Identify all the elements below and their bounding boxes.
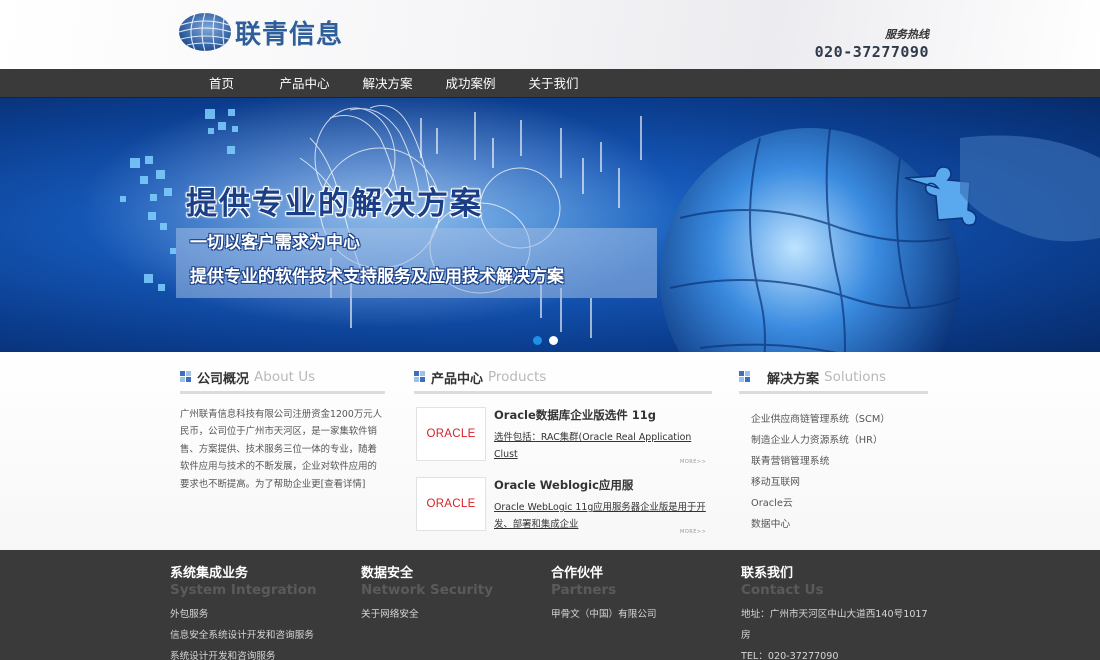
footer-col-contact: 联系我们 Contact Us 地址：广州市天河区中山大道西140号1017房 … <box>741 562 929 660</box>
footer-link[interactable]: 关于网络安全 <box>361 604 493 625</box>
footer-address: 地址：广州市天河区中山大道西140号1017房 <box>741 609 928 641</box>
banner-subline-1: 一切以客户需求为中心 <box>190 233 360 253</box>
solutions-list: 企业供应商链管理系统（SCM） 制造企业人力资源系统（HR） 联青营销管理系统 … <box>751 409 890 535</box>
solutions-title-cn: 解决方案 <box>767 371 820 387</box>
oracle-logo: ORACLE <box>426 498 476 510</box>
site-logo[interactable]: 联青信息 <box>177 10 343 54</box>
divider <box>414 391 712 394</box>
squares-icon <box>414 371 426 383</box>
banner-headline: 提供专业的解决方案 <box>186 186 483 222</box>
product-desc[interactable]: 选件包括：RAC集群(Oracle Real Application Clust <box>494 429 710 463</box>
carousel-dots <box>533 336 558 345</box>
site-header: 联青信息 服务热线 020-37277090 <box>0 0 1100 69</box>
solution-item[interactable]: 企业供应商链管理系统（SCM） <box>751 409 890 430</box>
divider <box>180 391 385 394</box>
footer-col-subtitle: System Integration <box>170 582 317 598</box>
solution-item[interactable]: 数据中心 <box>751 514 890 535</box>
hotline-number: 020-37277090 <box>814 43 929 61</box>
about-title-en: About Us <box>254 369 316 385</box>
footer-col-security: 数据安全 Network Security 关于网络安全 <box>361 562 493 625</box>
footer-col-title: 合作伙伴 <box>551 566 604 581</box>
footer-col-title: 系统集成业务 <box>170 566 249 581</box>
footer-col-subtitle: Contact Us <box>741 582 824 598</box>
carousel-dot-1[interactable] <box>533 336 542 345</box>
hero-banner[interactable]: 提供专业的解决方案 一切以客户需求为中心 提供专业的软件技术支持服务及应用技术解… <box>0 98 1100 352</box>
banner-subline-2: 提供专业的软件技术支持服务及应用技术解决方案 <box>190 267 564 287</box>
products-section-title: 产品中心 Products <box>414 367 546 387</box>
footer-phone: TEL：020-37277090 <box>741 651 839 660</box>
footer-col-title: 数据安全 <box>361 566 414 581</box>
solutions-section-title: 解决方案 Solutions <box>739 367 886 387</box>
footer-link[interactable]: 系统设计开发和咨询服务 <box>170 646 317 660</box>
footer-col-partners: 合作伙伴 Partners 甲骨文（中国）有限公司 <box>551 562 657 625</box>
product-card-1[interactable]: ORACLE Oracle数据库企业版选件 11g 选件包括：RAC集群(Ora… <box>416 407 712 465</box>
footer-link[interactable]: 甲骨文（中国）有限公司 <box>551 604 657 625</box>
more-link[interactable]: MORE>> <box>680 529 706 535</box>
product-desc[interactable]: Oracle WebLogic 11g应用服务器企业版是用于开发、部署和集成企业 <box>494 499 710 533</box>
site-footer: 系统集成业务 System Integration 外包服务 信息安全系统设计开… <box>0 550 1100 660</box>
solutions-title-en: Solutions <box>824 369 887 385</box>
products-title-cn: 产品中心 <box>431 371 484 387</box>
about-title-cn: 公司概况 <box>197 371 250 387</box>
nav-home[interactable]: 首页 <box>180 69 263 98</box>
product-title[interactable]: Oracle Weblogic应用服 <box>494 477 633 493</box>
nav-solutions[interactable]: 解决方案 <box>346 69 429 98</box>
about-section-title: 公司概况 About Us <box>180 367 315 387</box>
squares-icon <box>739 371 751 383</box>
divider <box>739 391 928 394</box>
logo-text: 联青信息 <box>235 19 344 50</box>
main-nav: 首页 产品中心 解决方案 成功案例 关于我们 <box>0 69 1100 98</box>
footer-col-subtitle: Network Security <box>361 582 494 598</box>
nav-cases[interactable]: 成功案例 <box>429 69 512 98</box>
hotline-label: 服务热线 <box>885 28 929 41</box>
solution-item[interactable]: 移动互联网 <box>751 472 890 493</box>
footer-link[interactable]: 外包服务 <box>170 604 317 625</box>
footer-col-subtitle: Partners <box>551 582 617 598</box>
nav-products[interactable]: 产品中心 <box>263 69 346 98</box>
solution-item[interactable]: Oracle云 <box>751 493 890 514</box>
squares-icon <box>180 371 192 383</box>
hotline: 服务热线 020-37277090 <box>815 26 929 61</box>
carousel-dot-2[interactable] <box>549 336 558 345</box>
banner-artwork <box>80 98 1100 352</box>
footer-col-integration: 系统集成业务 System Integration 外包服务 信息安全系统设计开… <box>170 562 317 660</box>
solution-item[interactable]: 联青营销管理系统 <box>751 451 890 472</box>
oracle-logo: ORACLE <box>426 428 476 440</box>
footer-link[interactable]: 信息安全系统设计开发和咨询服务 <box>170 625 317 646</box>
product-card-2[interactable]: ORACLE Oracle Weblogic应用服 Oracle WebLogi… <box>416 477 712 535</box>
more-link[interactable]: MORE>> <box>680 459 706 465</box>
solution-item[interactable]: 制造企业人力资源系统（HR） <box>751 430 890 451</box>
nav-about[interactable]: 关于我们 <box>512 69 595 98</box>
footer-col-title: 联系我们 <box>741 566 794 581</box>
product-title[interactable]: Oracle数据库企业版选件 11g <box>494 407 656 423</box>
oracle-logo-box: ORACLE <box>416 477 486 531</box>
content-section: 公司概况 About Us 广州联青信息科技有限公司注册资金1200万元人民币，… <box>0 352 1100 550</box>
about-text: 广州联青信息科技有限公司注册资金1200万元人民币，公司位于广州市天河区，是一家… <box>180 409 382 490</box>
globe-logo-icon <box>178 12 232 52</box>
products-title-en: Products <box>488 369 547 385</box>
oracle-logo-box: ORACLE <box>416 407 486 461</box>
